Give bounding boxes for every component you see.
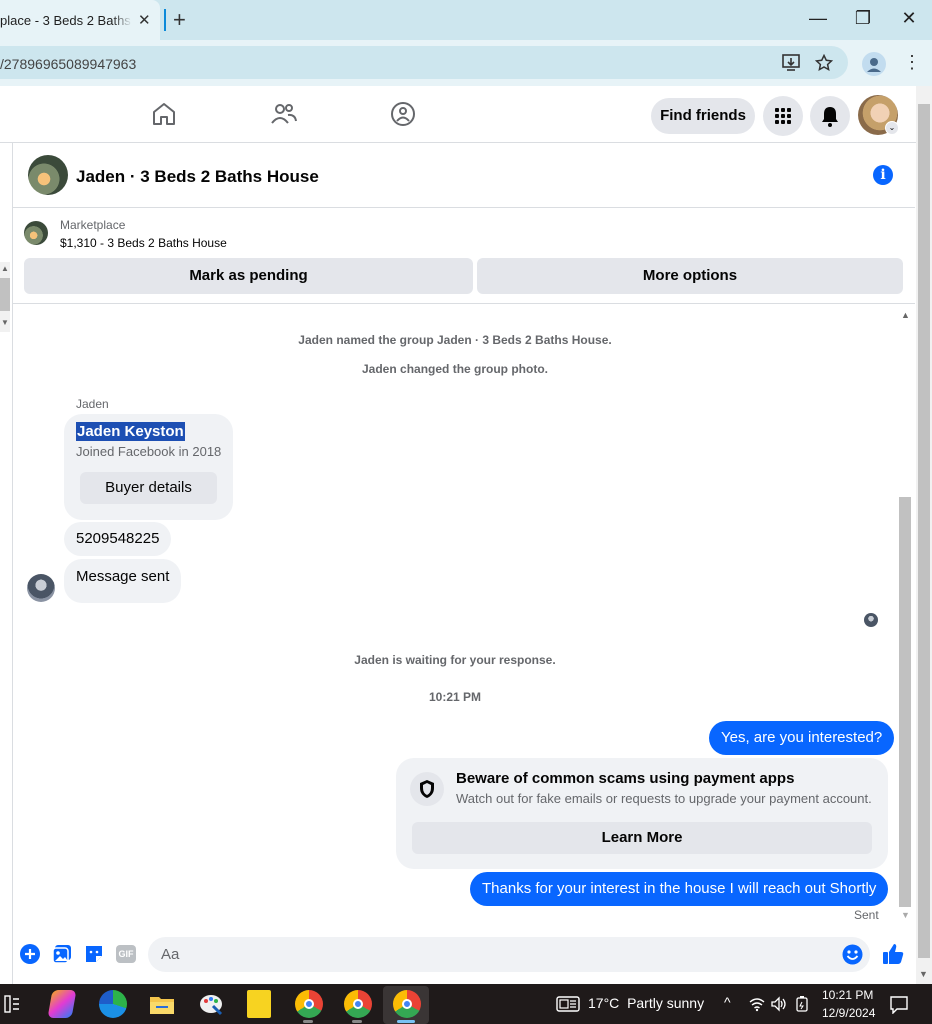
scam-warning-title: Beware of common scams using payment app… <box>456 770 795 787</box>
mark-as-pending-button[interactable]: Mark as pending <box>24 258 473 294</box>
sender-avatar[interactable] <box>27 574 55 602</box>
chat-scrollbar-thumb[interactable] <box>899 497 911 907</box>
sticky-notes-icon[interactable] <box>247 990 271 1018</box>
home-icon[interactable] <box>150 100 178 128</box>
listing-title[interactable]: $1,310 - 3 Beds 2 Baths House <box>60 236 227 250</box>
read-receipt-avatar <box>864 613 878 627</box>
browser-tab[interactable]: place - 3 Beds 2 Baths H <box>0 0 160 40</box>
listing-thumbnail[interactable] <box>24 221 48 245</box>
left-scroll-down-icon[interactable]: ▼ <box>1 318 9 327</box>
task-view-icon[interactable] <box>4 995 20 1013</box>
incoming-message[interactable]: 5209548225 <box>64 522 172 556</box>
chrome-profile-icon[interactable] <box>344 990 372 1018</box>
page-scrollbar-thumb[interactable] <box>918 104 930 958</box>
chat-left-border <box>12 143 13 984</box>
notifications-button[interactable] <box>810 96 850 136</box>
sticker-icon[interactable] <box>84 944 104 964</box>
info-icon[interactable]: i <box>873 165 893 185</box>
find-friends-button[interactable]: Find friends <box>651 98 755 134</box>
message-input[interactable]: Aa <box>148 937 870 972</box>
buyer-joined-text: Joined Facebook in 2018 <box>76 444 222 459</box>
left-scrollbar-thumb[interactable] <box>0 278 10 311</box>
weather-condition: Partly sunny <box>627 995 705 1011</box>
chevron-up-icon[interactable]: ^ <box>724 994 731 1010</box>
grid-menu-icon <box>775 108 791 124</box>
url-text[interactable]: /27896965089947963 <box>0 56 136 72</box>
close-window-button[interactable]: ✕ <box>894 8 924 32</box>
running-indicator <box>352 1020 362 1023</box>
tab-close-icon[interactable]: ✕ <box>138 11 151 29</box>
gif-button[interactable]: GIF <box>116 945 136 963</box>
taskbar-clock-time[interactable]: 10:21 PM <box>822 988 873 1002</box>
chevron-down-icon[interactable]: ⌄ <box>885 121 899 135</box>
maximize-button[interactable]: ❐ <box>848 8 878 32</box>
outgoing-message[interactable]: Yes, are you interested? <box>709 721 895 755</box>
paint-icon[interactable] <box>197 990 225 1018</box>
outgoing-message[interactable]: Thanks for your interest in the house I … <box>470 872 889 906</box>
browser-menu-icon[interactable]: ⋮ <box>903 52 921 73</box>
notification-center-icon[interactable] <box>890 996 908 1014</box>
chrome-active-icon[interactable] <box>393 990 421 1018</box>
page-scroll-down-icon[interactable]: ▼ <box>919 969 928 979</box>
wifi-icon[interactable] <box>748 996 766 1012</box>
chrome-icon[interactable] <box>295 990 323 1018</box>
marketplace-label: Marketplace <box>60 218 126 232</box>
photo-icon[interactable] <box>52 944 72 964</box>
buyer-details-button[interactable]: Buyer details <box>80 472 217 504</box>
timestamp: 10:21 PM <box>428 690 482 704</box>
windows-taskbar <box>0 984 932 1024</box>
plus-circle-icon[interactable] <box>20 944 40 964</box>
battery-icon[interactable] <box>796 996 810 1012</box>
bell-icon <box>822 107 838 127</box>
tab-title: place - 3 Beds 2 Baths H <box>0 13 132 28</box>
left-scroll-up-icon[interactable]: ▲ <box>1 264 9 273</box>
weather-text[interactable]: 17°C Partly sunny <box>588 995 704 1011</box>
sender-name: Jaden <box>76 397 109 411</box>
learn-more-button[interactable]: Learn More <box>412 822 872 854</box>
divider <box>13 303 915 304</box>
scam-warning-text: Watch out for fake emails or requests to… <box>456 791 872 806</box>
weather-widget-icon[interactable] <box>556 996 580 1012</box>
system-message: Jaden changed the group photo. <box>362 362 548 376</box>
more-options-button[interactable]: More options <box>477 258 903 294</box>
bookmark-star-icon[interactable] <box>815 54 833 72</box>
emoji-icon[interactable] <box>842 944 863 965</box>
new-tab-button[interactable]: + <box>173 7 186 33</box>
waiting-notice: Jaden is waiting for your response. <box>354 653 556 667</box>
chat-scroll-up-icon[interactable]: ▲ <box>901 310 910 320</box>
shield-icon-container <box>410 772 444 806</box>
thumbs-up-icon[interactable] <box>881 942 905 966</box>
chat-title[interactable]: Jaden · 3 Beds 2 Baths House <box>76 167 319 187</box>
tab-separator <box>164 9 166 31</box>
shield-icon <box>420 780 434 798</box>
incoming-message[interactable]: Message sent <box>64 559 182 603</box>
file-explorer-icon[interactable] <box>148 990 176 1018</box>
volume-icon[interactable] <box>770 996 788 1012</box>
group-avatar[interactable] <box>28 155 68 195</box>
install-app-icon[interactable] <box>782 54 802 72</box>
chat-scroll-down-icon[interactable]: ▼ <box>901 910 910 920</box>
profile-icon[interactable] <box>862 52 886 76</box>
running-indicator <box>303 1020 313 1023</box>
taskbar-clock-date[interactable]: 12/9/2024 <box>822 1006 875 1020</box>
menu-button[interactable] <box>763 96 803 136</box>
active-indicator <box>397 1020 415 1023</box>
minimize-button[interactable]: — <box>803 8 833 32</box>
temperature: 17°C <box>588 995 620 1011</box>
system-message: Jaden named the group Jaden · 3 Beds 2 B… <box>298 333 612 347</box>
edge-icon[interactable] <box>99 990 127 1018</box>
friends-icon[interactable] <box>270 100 298 128</box>
groups-icon[interactable] <box>389 100 417 128</box>
buyer-name[interactable]: Jaden Keyston <box>76 422 185 441</box>
message-status: Sent <box>854 908 879 922</box>
